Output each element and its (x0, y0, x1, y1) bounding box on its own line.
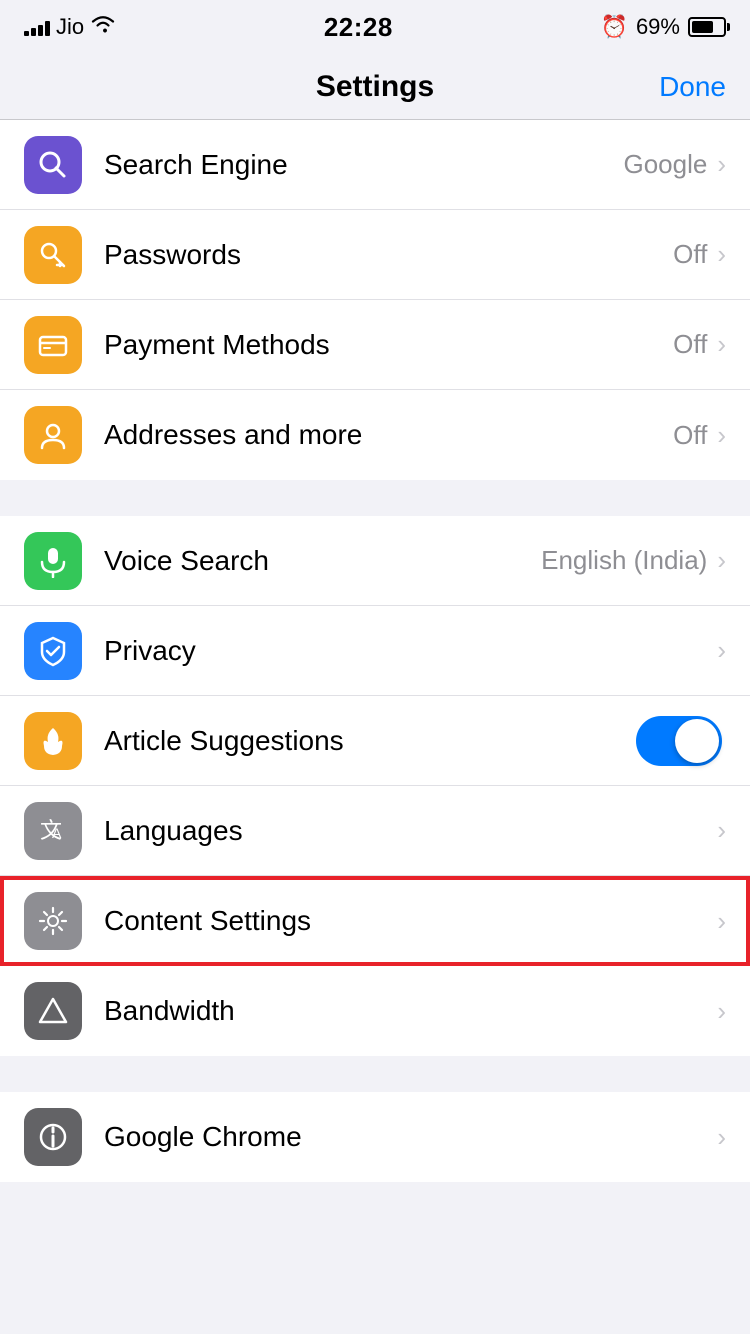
passwords-icon (24, 226, 82, 284)
privacy-row[interactable]: Privacy › (0, 606, 750, 696)
google-chrome-label: Google Chrome (104, 1121, 707, 1153)
bandwidth-row[interactable]: Bandwidth › (0, 966, 750, 1056)
settings-section-3: Google Chrome › (0, 1092, 750, 1182)
content-settings-label: Content Settings (104, 905, 707, 937)
languages-chevron-icon: › (717, 815, 726, 846)
status-bar: Jio 22:28 ⏰ 69% (0, 0, 750, 54)
passwords-value: Off (673, 239, 707, 270)
status-right: ⏰ 69% (601, 14, 726, 40)
payment-methods-label: Payment Methods (104, 329, 673, 361)
article-suggestions-label: Article Suggestions (104, 725, 636, 757)
settings-section-2: Voice Search English (India) › Privacy ›… (0, 516, 750, 1056)
languages-label: Languages (104, 815, 707, 847)
bandwidth-icon (24, 982, 82, 1040)
voice-search-chevron-icon: › (717, 545, 726, 576)
bandwidth-chevron-icon: › (717, 996, 726, 1027)
article-suggestions-toggle[interactable] (636, 716, 722, 766)
bandwidth-label: Bandwidth (104, 995, 707, 1027)
wifi-icon (90, 14, 116, 40)
battery-icon (688, 17, 726, 37)
addresses-value: Off (673, 420, 707, 451)
addresses-icon (24, 406, 82, 464)
signal-bars-icon (24, 18, 50, 36)
content-settings-icon (24, 892, 82, 950)
article-suggestions-row[interactable]: Article Suggestions (0, 696, 750, 786)
privacy-chevron-icon: › (717, 635, 726, 666)
section-separator-1 (0, 480, 750, 516)
languages-icon: 文 A (24, 802, 82, 860)
search-engine-icon (24, 136, 82, 194)
privacy-icon (24, 622, 82, 680)
google-chrome-row[interactable]: Google Chrome › (0, 1092, 750, 1182)
payment-methods-icon (24, 316, 82, 374)
alarm-icon: ⏰ (601, 14, 628, 40)
svg-text:A: A (52, 825, 62, 841)
passwords-chevron-icon: › (717, 239, 726, 270)
voice-search-label: Voice Search (104, 545, 541, 577)
voice-search-icon (24, 532, 82, 590)
section-separator-2 (0, 1056, 750, 1092)
passwords-row[interactable]: Passwords Off › (0, 210, 750, 300)
status-time: 22:28 (324, 12, 393, 43)
search-engine-value: Google (623, 149, 707, 180)
voice-search-row[interactable]: Voice Search English (India) › (0, 516, 750, 606)
search-engine-label: Search Engine (104, 149, 623, 181)
payment-methods-value: Off (673, 329, 707, 360)
article-suggestions-icon (24, 712, 82, 770)
done-button[interactable]: Done (659, 71, 726, 103)
voice-search-value: English (India) (541, 545, 707, 576)
passwords-label: Passwords (104, 239, 673, 271)
toggle-knob (675, 719, 719, 763)
payment-methods-row[interactable]: Payment Methods Off › (0, 300, 750, 390)
nav-bar: Settings Done (0, 54, 750, 120)
carrier-label: Jio (56, 14, 84, 40)
search-engine-chevron-icon: › (717, 149, 726, 180)
google-chrome-chevron-icon: › (717, 1122, 726, 1153)
status-left: Jio (24, 14, 116, 40)
content-settings-chevron-icon: › (717, 906, 726, 937)
addresses-row[interactable]: Addresses and more Off › (0, 390, 750, 480)
addresses-label: Addresses and more (104, 419, 673, 451)
languages-row[interactable]: 文 A Languages › (0, 786, 750, 876)
content-settings-row[interactable]: Content Settings › (0, 876, 750, 966)
addresses-chevron-icon: › (717, 420, 726, 451)
payment-methods-chevron-icon: › (717, 329, 726, 360)
settings-section-1: Search Engine Google › Passwords Off › P… (0, 120, 750, 480)
search-engine-row[interactable]: Search Engine Google › (0, 120, 750, 210)
google-chrome-icon (24, 1108, 82, 1166)
privacy-label: Privacy (104, 635, 707, 667)
page-title: Settings (316, 70, 434, 104)
battery-percent: 69% (636, 14, 680, 40)
